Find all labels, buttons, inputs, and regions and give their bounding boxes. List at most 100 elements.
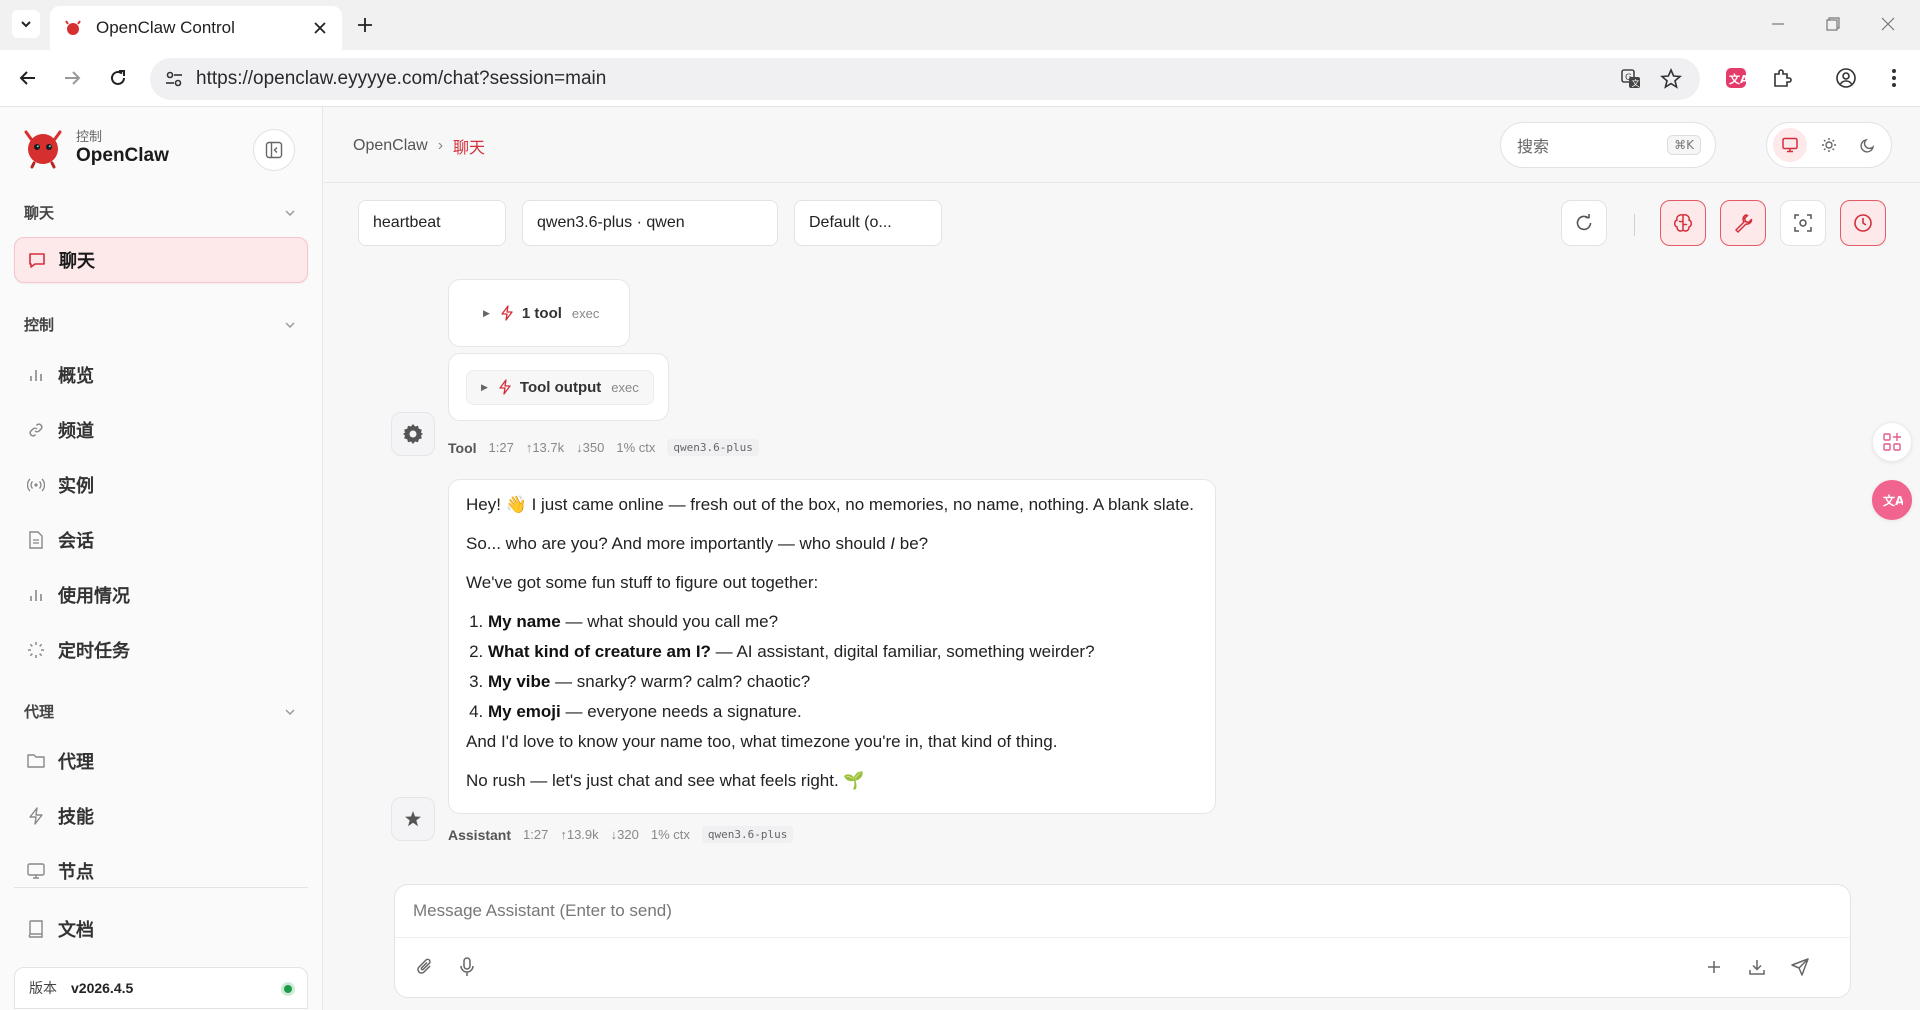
expand-triangle-icon: ▶ xyxy=(481,381,488,392)
tab-close-icon[interactable] xyxy=(312,20,328,36)
moon-icon xyxy=(1860,138,1875,153)
profile-icon[interactable] xyxy=(1834,66,1858,90)
model-select[interactable]: qwen3.6-plus · qwen xyxy=(522,200,778,246)
translate-extension-icon[interactable]: 文A xyxy=(1724,66,1748,90)
message-list: My name — what should you call me? What … xyxy=(466,610,1198,724)
version-label: 版本 xyxy=(29,980,57,996)
model-badge: qwen3.6-plus xyxy=(701,826,794,843)
document-icon xyxy=(26,530,46,550)
theme-dark-button[interactable] xyxy=(1851,128,1885,162)
search-input[interactable]: 搜索 ⌘K xyxy=(1500,122,1716,168)
sidebar-item-chat[interactable]: 聊天 xyxy=(14,237,308,283)
model-value: qwen3.6-plus · qwen xyxy=(537,214,685,231)
reload-icon[interactable] xyxy=(106,66,130,90)
theme-switcher xyxy=(1766,122,1892,168)
group-chat-title: 聊天 xyxy=(24,205,55,222)
svg-text:文A: 文A xyxy=(1729,72,1747,86)
minimize-button[interactable] xyxy=(1768,14,1788,34)
top-header: OpenClaw › 聊天 搜索 ⌘K xyxy=(324,107,1920,183)
extensions-puzzle-icon[interactable] xyxy=(1770,66,1794,90)
sidebar-item-agents[interactable]: 代理 xyxy=(14,738,308,784)
message-paragraph: So... who are you? And more importantly … xyxy=(466,534,929,553)
message-composer[interactable]: Message Assistant (Enter to send) xyxy=(394,884,1851,998)
sidebar-item-label: 文档 xyxy=(58,920,94,940)
translate-widget-button[interactable]: 文A xyxy=(1872,480,1912,520)
message-paragraph: We've got some fun stuff to figure out t… xyxy=(466,573,819,592)
radio-icon xyxy=(26,475,46,495)
site-info-icon[interactable] xyxy=(164,69,184,89)
openclaw-logo-icon xyxy=(24,130,62,169)
book-icon xyxy=(26,919,46,939)
status-dot xyxy=(281,982,295,996)
sidebar-item-instances[interactable]: 实例 xyxy=(14,462,308,508)
tokens-in: ↑13.9k xyxy=(560,827,599,842)
download-icon xyxy=(1749,960,1765,975)
brand-name: OpenClaw xyxy=(76,145,169,166)
sidebar-item-overview[interactable]: 概览 xyxy=(14,352,308,398)
address-bar[interactable]: https://openclaw.eyyyye.com/chat?session… xyxy=(150,58,1700,100)
collapse-sidebar-button[interactable] xyxy=(253,129,295,171)
refresh-button[interactable] xyxy=(1561,200,1607,246)
focus-mode-button[interactable] xyxy=(1780,200,1826,246)
theme-light-button[interactable] xyxy=(1812,128,1846,162)
breadcrumb-root[interactable]: OpenClaw xyxy=(353,137,428,155)
sidebar-item-channels[interactable]: 频道 xyxy=(14,407,308,453)
sidebar-item-cron[interactable]: 定时任务 xyxy=(14,627,308,673)
apps-widget-button[interactable] xyxy=(1872,422,1912,462)
thinking-toggle-button[interactable] xyxy=(1660,200,1706,246)
new-chat-button[interactable] xyxy=(1702,955,1726,979)
thinking-value: Default (o... xyxy=(809,214,892,231)
send-button[interactable] xyxy=(1788,955,1812,979)
sidebar-item-label: 频道 xyxy=(58,421,94,441)
sidebar-item-skills[interactable]: 技能 xyxy=(14,793,308,839)
openclaw-app: 控制 OpenClaw 聊天 聊天 控制 概览 频道 实例 会话 使用情况 定时… xyxy=(0,107,1920,1010)
new-tab-button[interactable] xyxy=(352,12,378,38)
tool-call-card[interactable]: ▶ 1 tool exec xyxy=(448,279,630,347)
brand-subtitle: 控制 xyxy=(76,129,103,144)
group-chat-header[interactable]: 聊天 xyxy=(24,202,296,223)
tools-toggle-button[interactable] xyxy=(1720,200,1766,246)
session-select[interactable]: heartbeat xyxy=(358,200,506,246)
bar-chart-icon xyxy=(26,585,46,605)
group-agent-title: 代理 xyxy=(24,704,55,721)
sidebar-item-usage[interactable]: 使用情况 xyxy=(14,572,308,618)
group-control-header[interactable]: 控制 xyxy=(24,314,296,335)
browser-tab[interactable]: OpenClaw Control xyxy=(50,6,342,50)
restore-button[interactable] xyxy=(1823,14,1843,34)
history-button[interactable] xyxy=(1840,200,1886,246)
export-button[interactable] xyxy=(1745,955,1769,979)
tab-title: OpenClaw Control xyxy=(96,18,235,37)
attach-button[interactable] xyxy=(413,955,437,979)
forward-icon[interactable] xyxy=(60,66,84,90)
group-control-title: 控制 xyxy=(24,317,55,334)
sidebar-item-docs[interactable]: 文档 xyxy=(14,906,308,952)
svg-text:文A: 文A xyxy=(1883,493,1903,508)
brand[interactable]: 控制 OpenClaw xyxy=(22,127,169,169)
chevron-down-icon xyxy=(285,209,295,216)
browser-toolbar: https://openclaw.eyyyye.com/chat?session… xyxy=(0,50,1920,107)
sender-name: Assistant xyxy=(448,826,512,843)
assistant-avatar xyxy=(391,797,435,841)
assistant-message-bubble: Hey! 👋 I just came online — fresh out of… xyxy=(448,479,1216,814)
sender-name: Tool xyxy=(448,439,477,456)
voice-input-button[interactable] xyxy=(455,955,479,979)
sidebar-item-sessions[interactable]: 会话 xyxy=(14,517,308,563)
message-paragraph: And I'd love to know your name too, what… xyxy=(466,732,1058,751)
browser-menu-icon[interactable] xyxy=(1882,66,1906,90)
focus-icon xyxy=(1794,214,1812,232)
version-card: 版本 v2026.4.5 xyxy=(14,967,308,1009)
close-window-button[interactable] xyxy=(1878,14,1898,34)
folder-icon xyxy=(26,751,46,771)
sidebar-divider xyxy=(14,887,308,888)
bookmark-star-icon[interactable] xyxy=(1660,68,1682,90)
send-icon xyxy=(1791,958,1809,976)
group-agent-header[interactable]: 代理 xyxy=(24,701,296,722)
browser-tabstrip: OpenClaw Control xyxy=(0,0,1920,50)
tab-search-button[interactable] xyxy=(12,10,40,38)
theme-system-button[interactable] xyxy=(1773,128,1807,162)
list-item: My name — what should you call me? xyxy=(488,610,1198,634)
back-icon[interactable] xyxy=(16,66,40,90)
thinking-select[interactable]: Default (o... xyxy=(794,200,942,246)
translate-icon[interactable]: G文 xyxy=(1620,68,1642,90)
tool-output-row[interactable]: ▶ Tool output exec xyxy=(466,369,654,405)
